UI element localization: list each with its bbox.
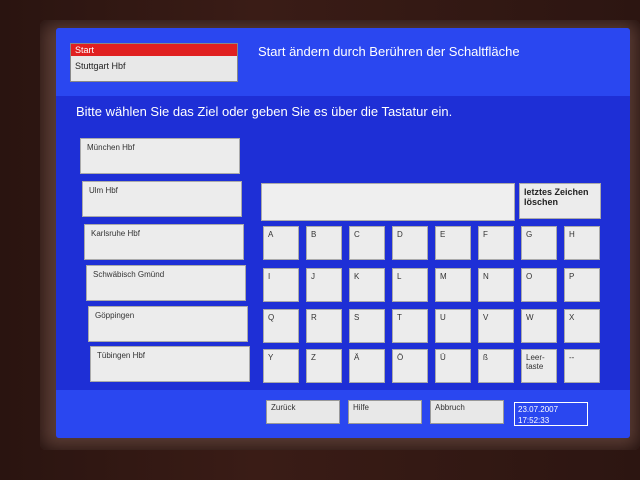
key-button[interactable]: U bbox=[435, 309, 471, 343]
key-button[interactable]: G bbox=[521, 226, 557, 260]
key-button[interactable]: Ö bbox=[392, 349, 428, 383]
key-button[interactable]: Q bbox=[263, 309, 299, 343]
start-station-button[interactable]: Start Stuttgart Hbf bbox=[70, 43, 238, 82]
start-label: Start bbox=[71, 44, 237, 56]
key-button[interactable]: Leer-taste bbox=[521, 349, 557, 383]
date-text: 23.07.2007 bbox=[518, 405, 559, 414]
key-button[interactable]: C bbox=[349, 226, 385, 260]
key-button[interactable]: ß bbox=[478, 349, 514, 383]
delete-last-char-button[interactable]: letztes Zeichen löschen bbox=[519, 183, 601, 219]
instruction-text: Bitte wählen Sie das Ziel oder geben Sie… bbox=[76, 104, 453, 119]
start-value: Stuttgart Hbf bbox=[75, 61, 126, 71]
destination-button[interactable]: München Hbf bbox=[80, 138, 240, 174]
key-button[interactable]: D bbox=[392, 226, 428, 260]
key-button[interactable]: T bbox=[392, 309, 428, 343]
destination-button[interactable]: Göppingen bbox=[88, 306, 248, 342]
kiosk-screen: Start Stuttgart Hbf Start ändern durch B… bbox=[56, 28, 630, 438]
key-button[interactable]: X bbox=[564, 309, 600, 343]
back-button[interactable]: Zurück bbox=[266, 400, 340, 424]
key-button[interactable]: W bbox=[521, 309, 557, 343]
header-text: Start ändern durch Berühren der Schaltfl… bbox=[258, 44, 520, 59]
key-button[interactable]: R bbox=[306, 309, 342, 343]
key-button[interactable]: K bbox=[349, 268, 385, 302]
key-button[interactable]: P bbox=[564, 268, 600, 302]
key-button[interactable]: F bbox=[478, 226, 514, 260]
key-button[interactable]: Ü bbox=[435, 349, 471, 383]
destination-button[interactable]: Ulm Hbf bbox=[82, 181, 242, 217]
help-button[interactable]: Hilfe bbox=[348, 400, 422, 424]
key-button[interactable]: -- bbox=[564, 349, 600, 383]
key-button[interactable]: Ä bbox=[349, 349, 385, 383]
key-button[interactable]: L bbox=[392, 268, 428, 302]
time-text: 17:52:33 bbox=[518, 416, 550, 425]
key-button[interactable]: H bbox=[564, 226, 600, 260]
key-button[interactable]: Z bbox=[306, 349, 342, 383]
cancel-button[interactable]: Abbruch bbox=[430, 400, 504, 424]
key-button[interactable]: M bbox=[435, 268, 471, 302]
key-button[interactable]: O bbox=[521, 268, 557, 302]
destination-button[interactable]: Tübingen Hbf bbox=[90, 346, 250, 382]
key-button[interactable]: I bbox=[263, 268, 299, 302]
key-button[interactable]: B bbox=[306, 226, 342, 260]
key-button[interactable]: Y bbox=[263, 349, 299, 383]
key-button[interactable]: S bbox=[349, 309, 385, 343]
destination-input[interactable] bbox=[261, 183, 515, 221]
destination-button[interactable]: Karlsruhe Hbf bbox=[84, 224, 244, 260]
key-button[interactable]: E bbox=[435, 226, 471, 260]
key-button[interactable]: A bbox=[263, 226, 299, 260]
date-time-display: 23.07.2007 17:52:33 bbox=[514, 402, 588, 426]
destination-button[interactable]: Schwäbisch Gmünd bbox=[86, 265, 246, 301]
key-button[interactable]: V bbox=[478, 309, 514, 343]
key-button[interactable]: J bbox=[306, 268, 342, 302]
key-button[interactable]: N bbox=[478, 268, 514, 302]
